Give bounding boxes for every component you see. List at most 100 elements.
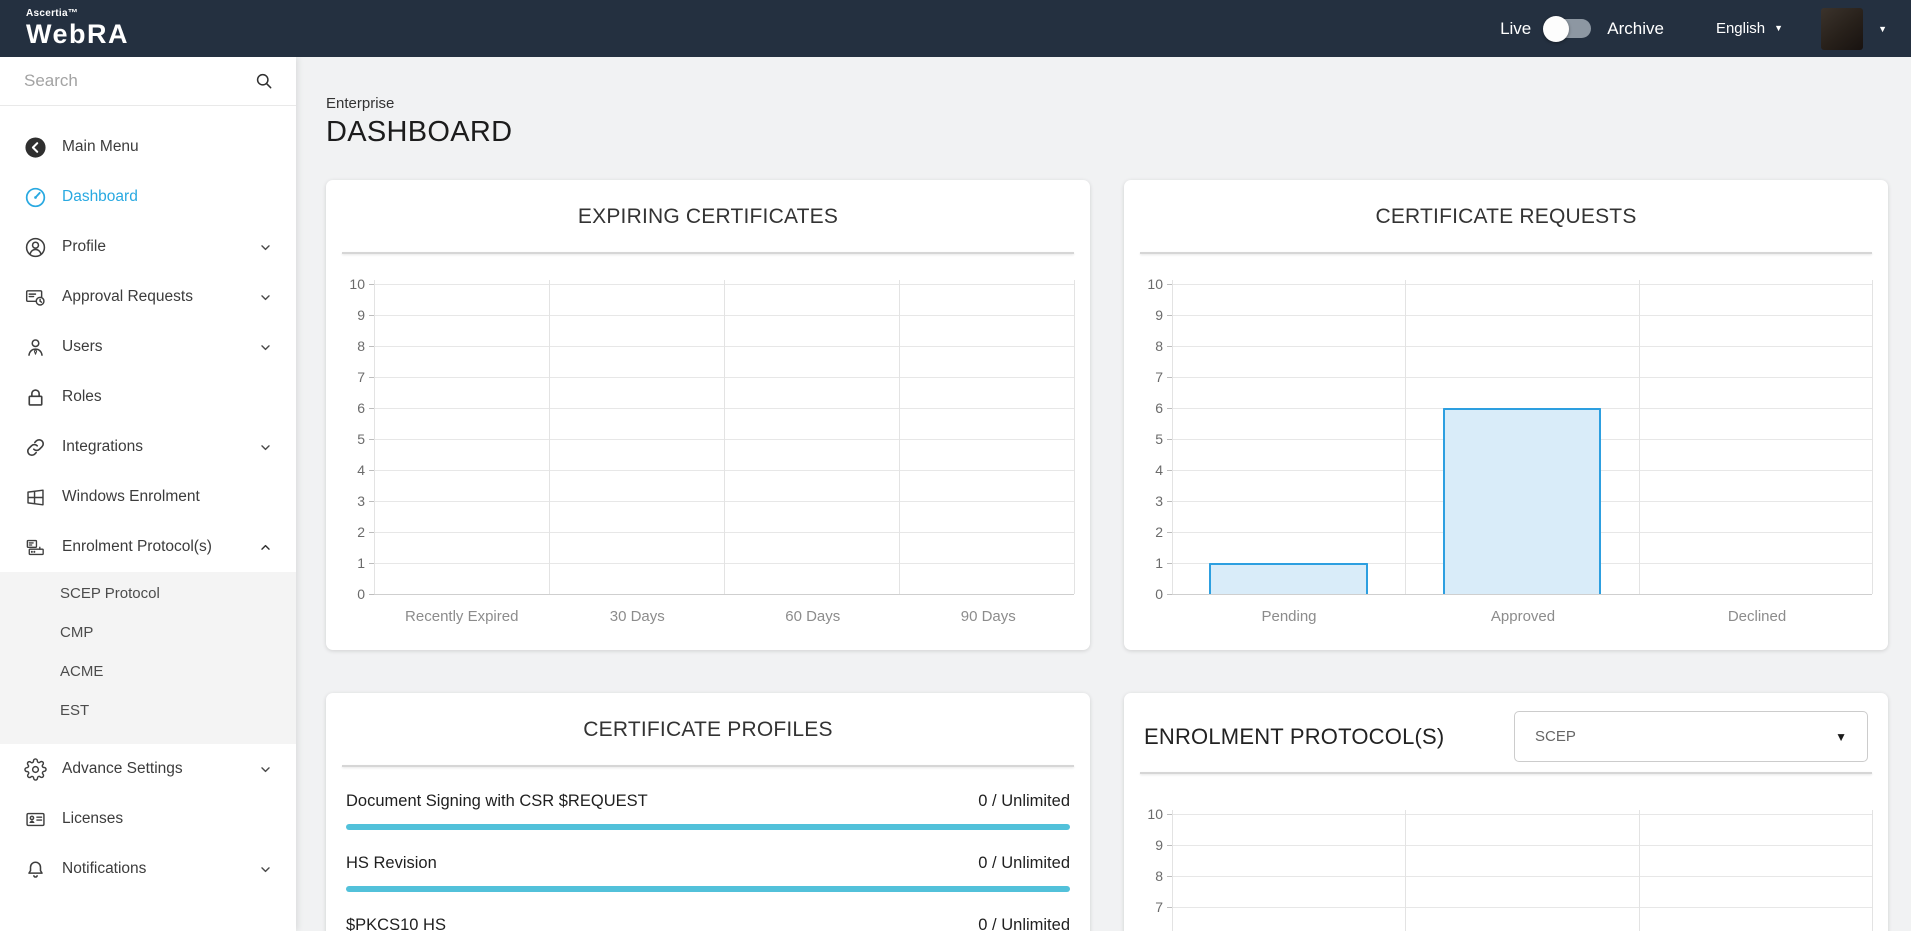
brand-company: Ascertia™ (26, 9, 129, 19)
certificate-profiles-title: CERTIFICATE PROFILES (340, 717, 1076, 743)
sidebar-subitem-est[interactable]: EST (0, 691, 296, 730)
topbar-controls: Live Archive English ▼ ▼ (1500, 8, 1887, 50)
sidebar-item-label: Licenses (62, 810, 272, 828)
search-icon[interactable] (254, 71, 274, 91)
profile-progress-bar (346, 886, 1070, 892)
sidebar-item-windows-enrolment[interactable]: Windows Enrolment (0, 472, 296, 522)
y-tick-label: 10 (349, 275, 365, 293)
sidebar-item-enrolment-protocol-s[interactable]: Enrolment Protocol(s) (0, 522, 296, 572)
search-bar (0, 57, 296, 106)
profile-usage: 0 / Unlimited (978, 853, 1070, 873)
sidebar-item-dashboard[interactable]: Dashboard (0, 172, 296, 222)
archive-label: Archive (1607, 19, 1664, 39)
expiring-certificates-title: EXPIRING CERTIFICATES (340, 204, 1076, 230)
card-certificate-profiles: CERTIFICATE PROFILES Document Signing wi… (326, 693, 1090, 931)
sidebar-item-label: Approval Requests (62, 288, 259, 306)
sidebar-item-label: Advance Settings (62, 760, 259, 778)
y-tick-label: 7 (357, 368, 365, 386)
gridline-horizontal (1172, 377, 1872, 378)
gridline-vertical (1405, 810, 1406, 931)
sidebar-item-approval-requests[interactable]: Approval Requests (0, 272, 296, 322)
sidebar-item-advance-settings[interactable]: Advance Settings (0, 744, 296, 794)
y-tick-label: 1 (357, 554, 365, 572)
gridline-vertical (549, 280, 550, 594)
chevron-down-icon (259, 241, 272, 254)
certificate-requests-title: CERTIFICATE REQUESTS (1138, 204, 1874, 230)
y-tick-label: 9 (1155, 306, 1163, 324)
sidebar-item-label: Dashboard (62, 188, 272, 206)
gridline-vertical (724, 280, 725, 594)
divider (1140, 252, 1872, 254)
sidebar-item-label: Enrolment Protocol(s) (62, 538, 259, 556)
gridline-horizontal (1172, 346, 1872, 347)
divider (342, 252, 1074, 254)
x-axis-label: Pending (1172, 608, 1406, 625)
divider (1140, 772, 1872, 774)
y-tick-label: 7 (1155, 898, 1163, 916)
plot-area (1172, 814, 1872, 931)
sidebar-subitem-scep-protocol[interactable]: SCEP Protocol (0, 574, 296, 613)
sidebar-subitem-acme[interactable]: ACME (0, 652, 296, 691)
sidebar-item-licenses[interactable]: Licenses (0, 794, 296, 844)
avatar[interactable] (1821, 8, 1863, 50)
x-axis-label: Approved (1406, 608, 1640, 625)
brand-product: WebRA (26, 21, 129, 48)
x-axis-label: Declined (1640, 608, 1874, 625)
sidebar-item-main-menu[interactable]: Main Menu (0, 122, 296, 172)
y-tick-label: 5 (357, 430, 365, 448)
sidebar-item-integrations[interactable]: Integrations (0, 422, 296, 472)
gridline-vertical (1172, 280, 1173, 594)
y-axis: 109876543210 (1138, 814, 1172, 931)
sidebar-subitem-cmp[interactable]: CMP (0, 613, 296, 652)
gridline-vertical (1639, 280, 1640, 594)
protocol-select-value: SCEP (1535, 728, 1576, 745)
enrolment-protocols-header: ENROLMENT PROTOCOL(S) SCEP ▼ (1144, 711, 1868, 762)
sidebar-item-users[interactable]: Users (0, 322, 296, 372)
gridline-vertical (374, 280, 375, 594)
sidebar-item-notifications[interactable]: Notifications (0, 844, 296, 894)
profile-name: HS Revision (346, 853, 437, 873)
gridline-vertical (899, 280, 900, 594)
profile-row-line: $PKCS10 HS0 / Unlimited (346, 915, 1070, 931)
gridline-vertical (1405, 280, 1406, 594)
sidebar-item-roles[interactable]: Roles (0, 372, 296, 422)
toggle-knob-icon (1543, 16, 1569, 42)
card-enrolment-protocols: ENROLMENT PROTOCOL(S) SCEP ▼ 10987654321… (1124, 693, 1888, 931)
enrolment-protocols-icon (24, 536, 47, 559)
y-tick-label: 10 (1147, 805, 1163, 823)
chart-body: 109876543210 (1138, 284, 1874, 594)
brand-logo[interactable]: Ascertia™ WebRA (26, 9, 129, 48)
y-axis: 109876543210 (340, 284, 374, 594)
x-axis-labels: PendingApprovedDeclined (1172, 594, 1874, 638)
chart-body: 109876543210 (1138, 814, 1874, 931)
y-axis: 109876543210 (1138, 284, 1172, 594)
y-tick-label: 7 (1155, 368, 1163, 386)
live-label: Live (1500, 19, 1531, 39)
certificate-profiles-list: Document Signing with CSR $REQUEST0 / Un… (346, 791, 1070, 931)
search-input[interactable] (24, 71, 254, 91)
protocol-select[interactable]: SCEP ▼ (1514, 711, 1868, 762)
sidebar-nav: Main Menu Dashboard Profile Approval Reques… (0, 106, 296, 894)
gridline-vertical (1639, 810, 1640, 931)
plot-area (1172, 284, 1872, 594)
breadcrumb: Enterprise (326, 95, 1888, 113)
card-certificate-requests: CERTIFICATE REQUESTS 109876543210Pending… (1124, 180, 1888, 650)
language-dropdown[interactable]: English ▼ (1716, 20, 1783, 37)
gridline-vertical (1872, 280, 1873, 594)
gridline-horizontal (1172, 814, 1872, 815)
windows-icon (24, 486, 47, 509)
approval-requests-icon (24, 286, 47, 309)
profile-row: $PKCS10 HS0 / Unlimited (346, 915, 1070, 931)
main-content: Enterprise DASHBOARD EXPIRING CERTIFICAT… (296, 57, 1911, 931)
profile-caret-down-icon[interactable]: ▼ (1878, 24, 1887, 34)
sidebar-item-label: Notifications (62, 860, 259, 878)
chevron-up-icon (259, 541, 272, 554)
sidebar-item-profile[interactable]: Profile (0, 222, 296, 272)
y-tick-label: 4 (1155, 461, 1163, 479)
live-archive-toggle[interactable] (1545, 19, 1591, 38)
enrolment-protocols-chart: 109876543210 (1138, 814, 1874, 931)
chevron-down-icon (259, 341, 272, 354)
dashboard-icon (24, 186, 47, 209)
x-axis-label: 60 Days (725, 608, 901, 625)
y-tick-label: 3 (357, 492, 365, 510)
